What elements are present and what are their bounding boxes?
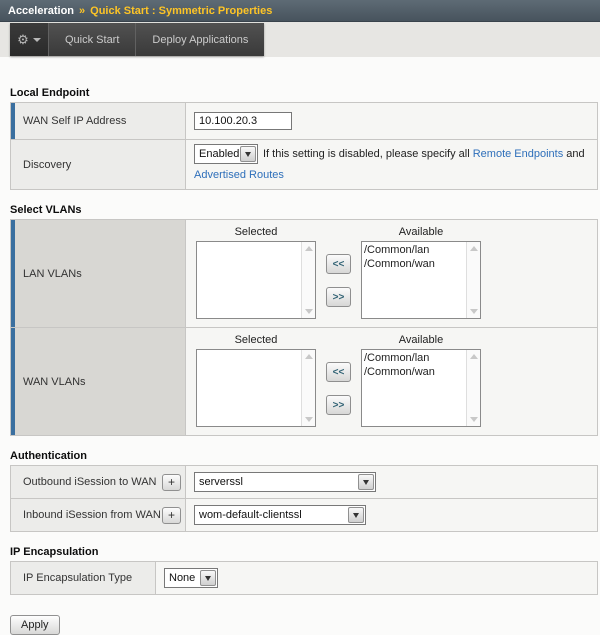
apply-button[interactable]: Apply: [10, 615, 60, 635]
ip-encapsulation-type-value-cell: None: [156, 562, 597, 594]
discovery-label-cell: Discovery: [11, 140, 186, 189]
select-arrow-button: [240, 146, 256, 162]
scroll-up-icon[interactable]: [470, 246, 478, 251]
selected-column-header: Selected: [196, 334, 316, 346]
inbound-isession-value-cell: wom-default-clientssl: [186, 499, 597, 531]
gear-menu-button[interactable]: ⚙: [10, 23, 48, 56]
page-title: Quick Start : Symmetric Properties: [90, 5, 272, 17]
gear-icon: ⚙: [17, 33, 29, 46]
tab-block: ⚙ Quick Start Deploy Applications: [10, 23, 264, 56]
tab-strip: ⚙ Quick Start Deploy Applications: [0, 22, 600, 57]
remote-endpoints-link[interactable]: Remote Endpoints: [473, 144, 564, 164]
inbound-isession-label: Inbound iSession from WAN: [23, 509, 161, 521]
select-arrow-button: [348, 507, 364, 523]
scrollbar[interactable]: [466, 350, 480, 426]
chevron-down-icon: [245, 152, 251, 157]
lan-vlans-label-cell: LAN VLANs: [11, 220, 186, 327]
main-content: Local Endpoint WAN Self IP Address Disco…: [0, 57, 600, 635]
lan-vlans-label: LAN VLANs: [23, 268, 82, 280]
move-to-available-button[interactable]: >>: [326, 287, 351, 307]
table-row: Discovery Enabled If this setting is dis…: [11, 139, 597, 189]
breadcrumb: Acceleration » Quick Start : Symmetric P…: [0, 0, 600, 22]
section-title-select-vlans: Select VLANs: [10, 204, 600, 216]
lan-selected-listbox[interactable]: [196, 241, 316, 319]
chevron-down-icon: [205, 576, 211, 581]
select-arrow-button: [200, 570, 216, 586]
tab-quick-start[interactable]: Quick Start: [48, 23, 135, 56]
wan-vlans-value-cell: Selected << >>: [186, 328, 597, 435]
scroll-up-icon[interactable]: [470, 354, 478, 359]
wan-selected-listbox[interactable]: [196, 349, 316, 427]
available-column-header: Available: [361, 226, 481, 238]
ip-encapsulation-table: IP Encapsulation Type None: [10, 561, 598, 595]
tab-label: Deploy Applications: [152, 34, 248, 46]
wan-self-ip-input[interactable]: [194, 112, 292, 130]
section-title-local-endpoint: Local Endpoint: [10, 87, 600, 99]
inbound-isession-select[interactable]: wom-default-clientssl: [194, 505, 366, 525]
tab-label: Quick Start: [65, 34, 119, 46]
outbound-isession-label: Outbound iSession to WAN: [23, 476, 157, 488]
scroll-down-icon[interactable]: [305, 417, 313, 422]
selected-column-header: Selected: [196, 226, 316, 238]
discovery-label: Discovery: [23, 159, 71, 171]
move-to-available-button[interactable]: >>: [326, 395, 351, 415]
select-vlans-table: LAN VLANs Selected: [10, 219, 598, 436]
section-title-ip-encapsulation: IP Encapsulation: [10, 546, 600, 558]
outbound-isession-label-cell: Outbound iSession to WAN +: [11, 466, 186, 498]
wan-available-listbox[interactable]: /Common/lan/Common/wan: [361, 349, 481, 427]
local-endpoint-table: WAN Self IP Address Discovery Enabled If…: [10, 102, 598, 190]
chevron-down-icon: [363, 480, 369, 485]
table-row: WAN Self IP Address: [11, 103, 597, 139]
scroll-up-icon[interactable]: [305, 354, 313, 359]
move-to-selected-button[interactable]: <<: [326, 254, 351, 274]
scrollbar[interactable]: [301, 242, 315, 318]
outbound-isession-add-button[interactable]: +: [162, 474, 181, 491]
scroll-down-icon[interactable]: [470, 417, 478, 422]
listbox-item[interactable]: /Common/lan: [364, 243, 465, 257]
available-column-header: Available: [361, 334, 481, 346]
move-to-selected-button[interactable]: <<: [326, 362, 351, 382]
wan-self-ip-label: WAN Self IP Address: [23, 115, 126, 127]
section-title-authentication: Authentication: [10, 450, 600, 462]
discovery-help-and: and: [563, 144, 584, 164]
ip-encapsulation-type-select[interactable]: None: [164, 568, 218, 588]
breadcrumb-section[interactable]: Acceleration: [8, 5, 74, 17]
scroll-down-icon[interactable]: [305, 309, 313, 314]
chevron-down-icon: [33, 38, 41, 42]
scroll-up-icon[interactable]: [305, 246, 313, 251]
wan-self-ip-label-cell: WAN Self IP Address: [11, 103, 186, 139]
table-row: WAN VLANs Selected: [11, 327, 597, 435]
listbox-item[interactable]: /Common/wan: [364, 257, 465, 271]
select-arrow-button: [358, 474, 374, 490]
discovery-select[interactable]: Enabled: [194, 144, 258, 164]
outbound-isession-select[interactable]: serverssl: [194, 472, 376, 492]
listbox-item[interactable]: /Common/lan: [364, 351, 465, 365]
table-row: Outbound iSession to WAN + serverssl: [11, 466, 597, 498]
wan-vlans-label-cell: WAN VLANs: [11, 328, 186, 435]
ip-encapsulation-type-label-cell: IP Encapsulation Type: [11, 562, 156, 594]
wan-vlans-label: WAN VLANs: [23, 376, 86, 388]
table-row: Inbound iSession from WAN + wom-default-…: [11, 498, 597, 531]
inbound-isession-add-button[interactable]: +: [162, 507, 181, 524]
table-row: IP Encapsulation Type None: [11, 562, 597, 594]
tab-deploy-applications[interactable]: Deploy Applications: [135, 23, 264, 56]
outbound-isession-value-cell: serverssl: [186, 466, 597, 498]
discovery-help-text: If this setting is disabled, please spec…: [263, 144, 473, 164]
advertised-routes-link[interactable]: Advertised Routes: [194, 169, 284, 181]
lan-available-listbox[interactable]: /Common/lan/Common/wan: [361, 241, 481, 319]
listbox-item[interactable]: /Common/wan: [364, 365, 465, 379]
scrollbar[interactable]: [301, 350, 315, 426]
scroll-down-icon[interactable]: [470, 309, 478, 314]
lan-vlans-value-cell: Selected << >>: [186, 220, 597, 327]
scrollbar[interactable]: [466, 242, 480, 318]
discovery-value-cell: Enabled If this setting is disabled, ple…: [186, 140, 597, 189]
wan-self-ip-value-cell: [186, 103, 597, 139]
chevron-down-icon: [353, 513, 359, 518]
table-row: LAN VLANs Selected: [11, 220, 597, 327]
inbound-isession-label-cell: Inbound iSession from WAN +: [11, 499, 186, 531]
ip-encapsulation-type-label: IP Encapsulation Type: [23, 572, 132, 584]
authentication-table: Outbound iSession to WAN + serverssl Inb…: [10, 465, 598, 532]
breadcrumb-separator: »: [79, 5, 85, 17]
